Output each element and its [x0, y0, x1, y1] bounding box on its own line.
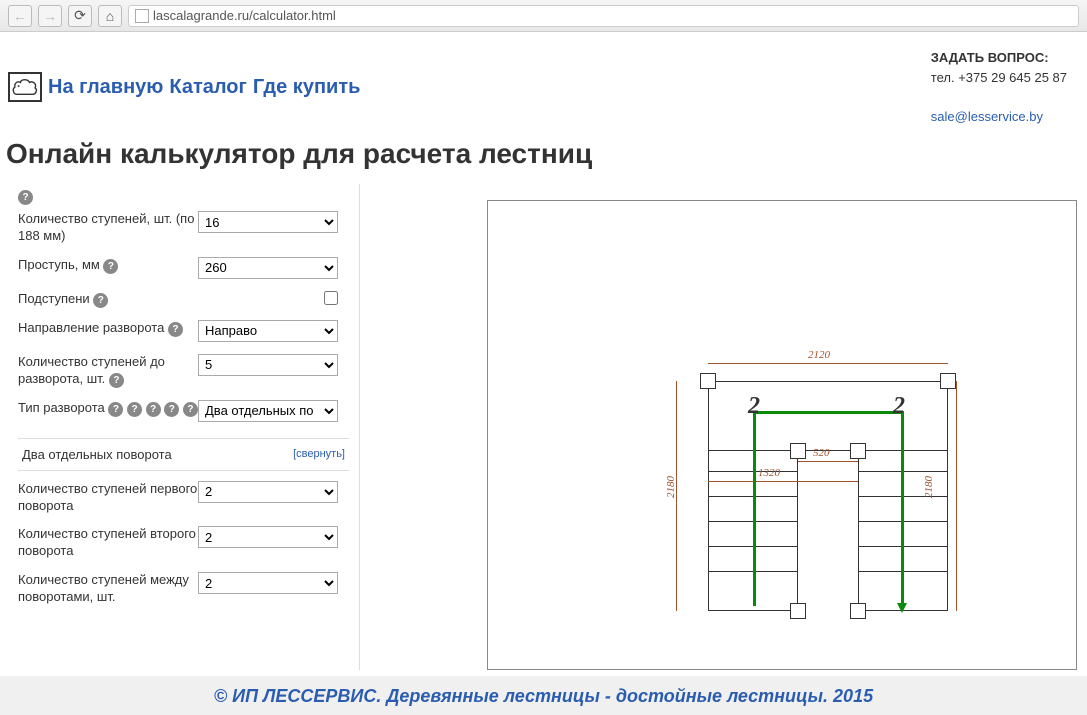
select-turn-direction[interactable]: Направо	[198, 320, 338, 342]
reload-button[interactable]: ⟳	[68, 5, 92, 27]
url-bar[interactable]: lascalagrande.ru/calculator.html	[128, 5, 1079, 27]
brand-nav: На главную Каталог Где купить	[8, 48, 360, 126]
help-icon[interactable]: ?	[108, 402, 123, 417]
home-button[interactable]: ⌂	[98, 5, 122, 27]
contacts-email[interactable]: sale@lesservice.by	[931, 107, 1067, 127]
select-second-turn-steps[interactable]: 2	[198, 526, 338, 548]
forward-button[interactable]: →	[38, 5, 62, 27]
form-panel: ? Количество ступеней, шт. (по 188 мм) 1…	[0, 184, 360, 670]
dim-width-mid: 1320	[758, 467, 780, 479]
select-steps-count[interactable]: 16	[198, 211, 338, 233]
nav-home[interactable]: На главную	[48, 76, 163, 99]
section-two-turns: Два отдельных поворота [свернуть]	[18, 438, 349, 471]
label-second-turn-steps: Количество ступеней второго поворота	[18, 526, 198, 560]
diagram-num-right: 2	[893, 393, 905, 420]
help-icon[interactable]: ?	[109, 373, 124, 388]
contacts-question: ЗАДАТЬ ВОПРОС:	[931, 48, 1067, 68]
dim-width-top: 2120	[808, 349, 830, 361]
help-icon[interactable]: ?	[18, 190, 33, 205]
select-steps-before-turn[interactable]: 5	[198, 354, 338, 376]
dim-height-left: 2180	[665, 476, 677, 498]
nav-catalog[interactable]: Каталог	[169, 76, 246, 99]
logo-icon	[8, 72, 42, 102]
diagram-panel: 2120 520 1320 2180 2 2 2180	[360, 184, 1087, 670]
label-riser: Подступени	[18, 291, 90, 306]
diagram-box: 2120 520 1320 2180 2 2 2180	[487, 200, 1077, 670]
help-icon[interactable]: ?	[146, 402, 161, 417]
help-icon[interactable]: ?	[164, 402, 179, 417]
browser-chrome: ← → ⟳ ⌂ lascalagrande.ru/calculator.html	[0, 0, 1087, 32]
back-button[interactable]: ←	[8, 5, 32, 27]
arrow-down-icon	[897, 603, 907, 613]
select-first-turn-steps[interactable]: 2	[198, 481, 338, 503]
contacts-block: ЗАДАТЬ ВОПРОС: тел. +375 29 645 25 87 sa…	[931, 48, 1067, 126]
label-steps-count: Количество ступеней, шт. (по 188 мм)	[18, 211, 198, 245]
dim-height-right: 2180	[923, 476, 935, 498]
page-header: На главную Каталог Где купить ЗАДАТЬ ВОП…	[0, 32, 1087, 130]
diagram-inner: 2120 520 1320 2180 2 2 2180	[688, 381, 968, 621]
contacts-phone: тел. +375 29 645 25 87	[931, 68, 1067, 88]
label-steps-before-turn: Количество ступеней до разворота, шт.	[18, 354, 165, 386]
help-icon[interactable]: ?	[93, 293, 108, 308]
main-area: ? Количество ступеней, шт. (по 188 мм) 1…	[0, 184, 1087, 670]
select-between-turns-steps[interactable]: 2	[198, 572, 338, 594]
label-turn-type: Тип разворота	[18, 400, 105, 415]
select-turn-type[interactable]: Два отдельных по	[198, 400, 338, 422]
help-icon[interactable]: ?	[183, 402, 198, 417]
help-icon[interactable]: ?	[103, 259, 118, 274]
dim-width-inner: 520	[813, 447, 830, 459]
page-title: Онлайн калькулятор для расчета лестниц	[0, 130, 1087, 184]
label-between-turns-steps: Количество ступеней между поворотами, шт…	[18, 572, 198, 606]
label-first-turn-steps: Количество ступеней первого поворота	[18, 481, 198, 515]
url-text: lascalagrande.ru/calculator.html	[153, 8, 336, 23]
help-icon[interactable]: ?	[127, 402, 142, 417]
page-icon	[135, 9, 149, 23]
collapse-link[interactable]: [свернуть]	[293, 448, 345, 460]
diagram-num-left: 2	[748, 393, 760, 420]
section-title: Два отдельных поворота	[22, 447, 172, 462]
help-icon[interactable]: ?	[168, 322, 183, 337]
select-tread[interactable]: 260	[198, 257, 338, 279]
label-turn-direction: Направление разворота	[18, 320, 164, 335]
label-tread: Проступь, мм	[18, 257, 100, 272]
checkbox-riser[interactable]	[324, 291, 338, 305]
nav-where-to-buy[interactable]: Где купить	[253, 76, 361, 99]
page-footer: © ИП ЛЕССЕРВИС. Деревянные лестницы - до…	[0, 676, 1087, 715]
